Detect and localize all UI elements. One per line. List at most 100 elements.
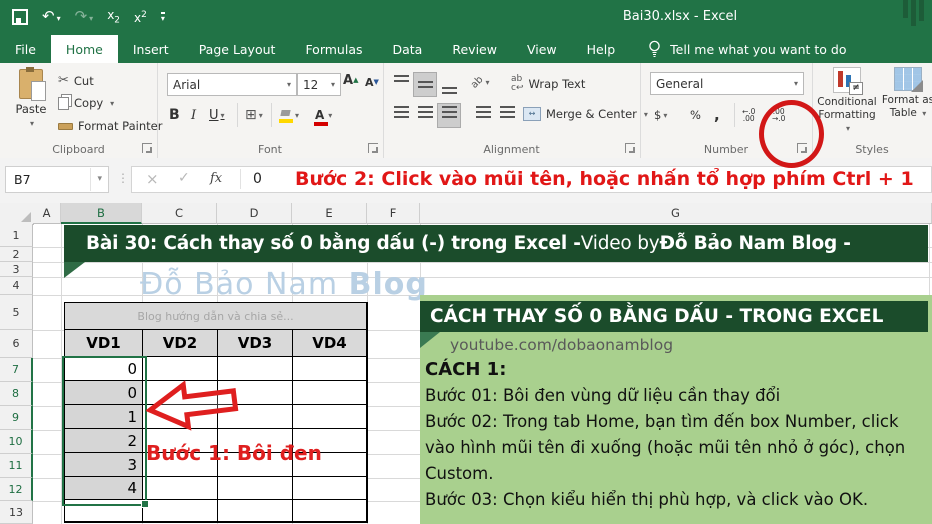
font-family-select[interactable]: Arial ▾ <box>167 73 297 96</box>
copy-label: Copy <box>74 96 104 110</box>
italic-button[interactable]: I <box>191 104 196 126</box>
tab-file[interactable]: File <box>0 35 51 63</box>
header-cell-vd3[interactable]: VD3 <box>218 330 293 357</box>
cell[interactable] <box>218 500 293 522</box>
middle-align-button[interactable] <box>413 72 437 97</box>
format-painter-button[interactable]: Format Painter <box>58 119 162 133</box>
increase-indent-button[interactable] <box>495 103 519 128</box>
cell[interactable] <box>293 477 367 500</box>
paste-button[interactable]: Paste ▾ <box>8 67 54 139</box>
wrap-text-button[interactable]: ab c↩ Wrap Text <box>511 75 585 93</box>
cell[interactable] <box>143 500 218 522</box>
col-header-E[interactable]: E <box>292 203 367 224</box>
row-header-9[interactable]: 9 <box>0 406 33 430</box>
col-header-C[interactable]: C <box>142 203 217 224</box>
comma-style-button[interactable]: , <box>714 104 720 126</box>
align-left-button[interactable] <box>389 103 413 128</box>
formula-bar-grip[interactable]: ⋮ <box>117 171 129 185</box>
cell[interactable] <box>143 477 218 500</box>
clipboard-dialog-launcher-icon[interactable] <box>142 143 152 153</box>
selection-border[interactable] <box>62 356 149 508</box>
redo-icon[interactable]: ↷ ▾ <box>75 8 94 26</box>
borders-button[interactable]: ⊞ ▾ <box>245 104 263 126</box>
cell[interactable] <box>293 500 367 522</box>
align-right-button[interactable] <box>437 103 461 128</box>
row-header-5[interactable]: 5 <box>0 295 33 330</box>
currency-button[interactable]: $ ▾ <box>654 104 667 126</box>
row-header-13[interactable]: 13 <box>0 501 33 524</box>
underline-button[interactable]: U ▾ <box>209 104 225 126</box>
alignment-dialog-launcher-icon[interactable] <box>625 143 635 153</box>
number-format-select[interactable]: General ▾ <box>650 72 804 95</box>
row-header-7[interactable]: 7 <box>0 358 33 382</box>
title-banner: Bài 30: Cách thay số 0 bằng dấu (-) tron… <box>64 225 928 262</box>
copy-button[interactable]: Copy ▾ <box>58 96 114 110</box>
undo-icon[interactable]: ↶ ▾ <box>42 8 61 26</box>
row-header-2[interactable]: 2 <box>0 247 33 262</box>
bold-button[interactable]: B <box>169 104 180 126</box>
row-header-8[interactable]: 8 <box>0 382 33 406</box>
orientation-button[interactable]: ab ▾ <box>469 71 490 93</box>
row-header-12[interactable]: 12 <box>0 478 33 501</box>
header-cell-vd1[interactable]: VD1 <box>65 330 143 357</box>
tab-insert[interactable]: Insert <box>118 35 184 63</box>
header-cell-vd2[interactable]: VD2 <box>143 330 218 357</box>
tab-view[interactable]: View <box>512 35 572 63</box>
fill-color-button[interactable]: ▾ <box>279 104 299 126</box>
row-header-4[interactable]: 4 <box>0 277 33 295</box>
enter-icon[interactable]: ✓ <box>178 170 190 186</box>
cut-label: Cut <box>73 73 94 88</box>
superscript-icon[interactable]: x2 <box>134 10 147 25</box>
tab-review[interactable]: Review <box>437 35 512 63</box>
font-color-button[interactable]: A ▾ <box>313 104 332 126</box>
tab-formulas[interactable]: Formulas <box>290 35 377 63</box>
col-header-F[interactable]: F <box>367 203 420 224</box>
row-header-1[interactable]: 1 <box>0 224 33 247</box>
row-header-6[interactable]: 6 <box>0 330 33 358</box>
row-header-10[interactable]: 10 <box>0 430 33 454</box>
col-header-B[interactable]: B <box>61 203 142 224</box>
percent-button[interactable]: % <box>690 104 701 126</box>
decrease-indent-button[interactable] <box>471 103 495 128</box>
grow-font-button[interactable]: A ▲ <box>343 69 358 91</box>
col-header-A[interactable]: A <box>33 203 61 224</box>
conditional-formatting-button[interactable]: ≠ Conditional Formatting ▾ <box>816 67 878 135</box>
font-dialog-launcher-icon[interactable] <box>368 143 378 153</box>
increase-decimal-button[interactable]: ←.0.00 <box>742 104 755 126</box>
cell[interactable] <box>293 381 367 405</box>
customize-qat-icon[interactable]: ▾ <box>160 11 165 23</box>
align-center-button[interactable] <box>413 103 437 128</box>
save-icon[interactable] <box>12 9 28 25</box>
name-box-dropdown-icon[interactable]: ▾ <box>90 168 108 191</box>
insert-function-icon[interactable]: fx <box>210 171 222 186</box>
cancel-icon[interactable]: × <box>146 170 159 188</box>
styles-group-label: Styles <box>855 143 889 156</box>
format-as-table-button[interactable]: Format as Table ▾ <box>880 67 932 120</box>
select-all-corner[interactable] <box>0 203 34 225</box>
cut-button[interactable]: ✂ Cut <box>58 73 94 88</box>
cell[interactable] <box>218 477 293 500</box>
merge-center-button[interactable]: ↔ Merge & Center ▾ <box>523 107 648 121</box>
name-box[interactable]: B7 ▾ <box>5 166 109 193</box>
worksheet[interactable]: A B C D E F G 1 2 3 4 5 6 7 8 9 10 11 12… <box>0 203 932 524</box>
tab-help[interactable]: Help <box>572 35 631 63</box>
shrink-font-button[interactable]: A ▼ <box>365 71 379 93</box>
tab-home[interactable]: Home <box>50 35 118 63</box>
table-subtitle-cell[interactable]: Blog hướng dẫn và chia sẻ... <box>65 303 367 330</box>
cell[interactable] <box>293 405 367 429</box>
tab-page-layout[interactable]: Page Layout <box>184 35 291 63</box>
bottom-align-button[interactable] <box>437 72 461 97</box>
red-circle-annotation <box>759 100 824 168</box>
header-cell-vd4[interactable]: VD4 <box>293 330 367 357</box>
tab-data[interactable]: Data <box>378 35 438 63</box>
font-size-select[interactable]: 12 ▾ <box>297 73 341 96</box>
cell[interactable] <box>293 357 367 381</box>
col-header-D[interactable]: D <box>217 203 292 224</box>
col-header-G[interactable]: G <box>420 203 932 224</box>
tell-me-box[interactable]: Tell me what you want to do <box>648 35 847 63</box>
row-header-3[interactable]: 3 <box>0 262 33 277</box>
subscript-icon[interactable]: x2 <box>107 8 120 25</box>
row-header-11[interactable]: 11 <box>0 454 33 478</box>
banner-fold <box>64 262 85 278</box>
top-align-button[interactable] <box>389 72 413 97</box>
